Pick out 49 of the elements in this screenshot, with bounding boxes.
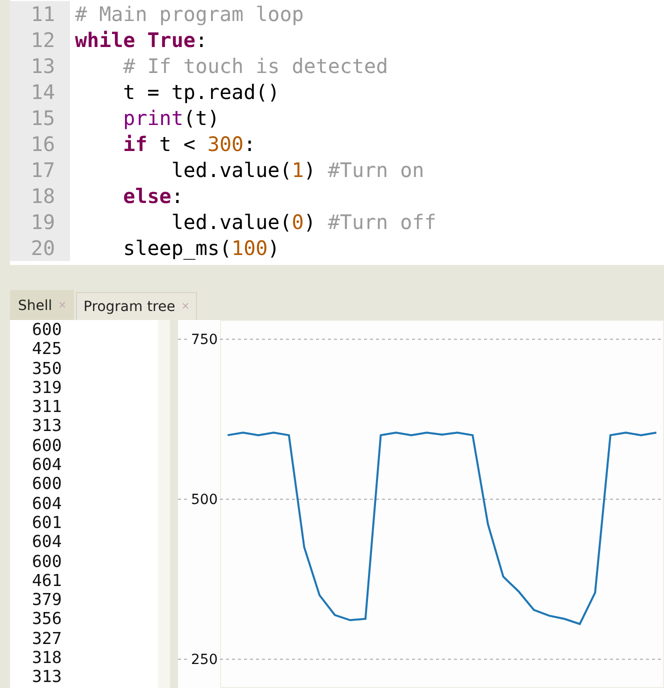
output-line: 379: [32, 590, 63, 610]
axis-tick-label: 750: [191, 332, 218, 348]
line-number: 19: [30, 210, 55, 234]
line-number: 20: [30, 236, 55, 260]
output-line: 425: [32, 339, 63, 359]
line-number: 17: [30, 158, 55, 182]
code-line: while True:: [75, 28, 208, 52]
output-line: 313: [32, 416, 63, 436]
panel-tab[interactable]: Program tree ×: [76, 292, 197, 320]
panel-tab[interactable]: Shell ×: [10, 290, 74, 320]
code-line: else:: [122, 184, 184, 208]
line-number: 12: [30, 28, 55, 52]
code-line: # Main program loop: [75, 2, 304, 26]
code-editor[interactable]: 11 # Main program loop 12 while True: 13 # If touch is detected 14 t = tp.read() 15 print(t) 16 if t < 300: 17 led.value(1) #Turn on 18 else: 19 led.value(0) #Turn off 20 sleep_ms(100): [10, 0, 664, 265]
line-number: 16: [30, 132, 55, 156]
code-line: led.value(0) #Turn off: [170, 210, 436, 234]
output-line: 600: [32, 474, 63, 494]
line-number: 18: [30, 184, 55, 208]
axis-tick-label: 250: [191, 652, 218, 668]
output-line: 313: [32, 667, 63, 687]
output-line: 356: [32, 609, 63, 629]
code-line: print(t): [122, 106, 220, 130]
code-line: # If touch is detected: [122, 54, 388, 78]
output-line: 604: [32, 455, 63, 474]
line-number: 14: [30, 80, 55, 104]
line-number: 13: [30, 54, 55, 78]
output-line: 318: [32, 648, 63, 668]
code-line: sleep_ms(100): [122, 236, 280, 260]
shell-output[interactable]: 600 425 350 319 311 313 600 604 600 604 601 604 600 461 379 356 327 318 313: [10, 320, 158, 688]
output-line: 350: [32, 358, 63, 378]
line-number: 15: [30, 106, 55, 130]
output-line: 311: [32, 397, 63, 416]
code-line: if t < 300:: [122, 132, 256, 156]
output-line: 461: [32, 570, 63, 590]
output-line: 600: [32, 552, 63, 571]
output-line: 600: [32, 320, 63, 340]
output-line: 600: [32, 436, 63, 456]
output-line: 327: [32, 628, 63, 648]
output-line: 604: [32, 494, 63, 513]
tab-label: Program tree: [84, 298, 176, 314]
line-number: 11: [30, 2, 55, 26]
output-line: 601: [32, 512, 63, 532]
code-line: led.value(1) #Turn on: [170, 158, 424, 182]
code-line: t = tp.read(): [122, 80, 280, 104]
axis-tick-label: 500: [191, 492, 218, 508]
tab-label: Shell: [18, 298, 52, 314]
output-line: 604: [32, 532, 63, 552]
scrollbar-track[interactable]: [158, 320, 170, 688]
output-line: 319: [32, 378, 63, 398]
